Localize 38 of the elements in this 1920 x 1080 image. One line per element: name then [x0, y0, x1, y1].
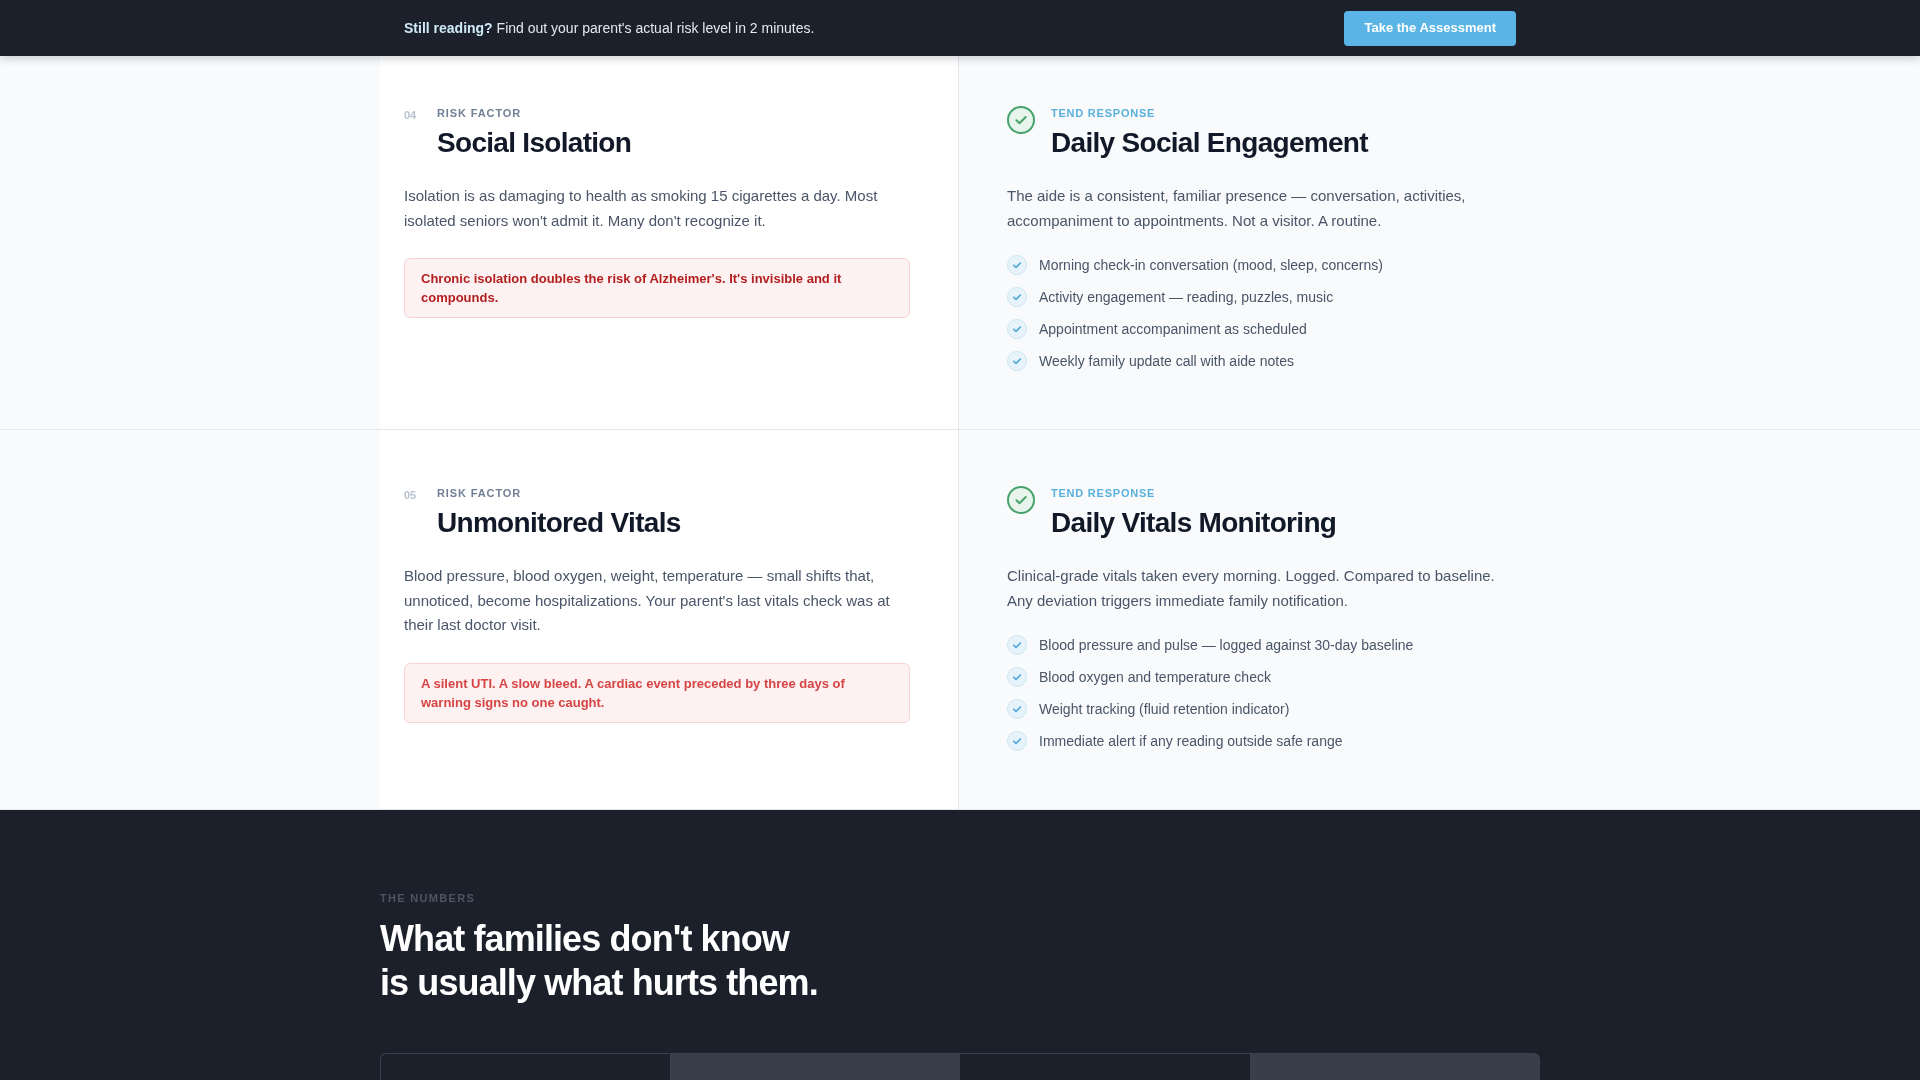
- feature-text: Weekly family update call with aide notes: [1039, 352, 1294, 371]
- check-icon: [1007, 351, 1027, 371]
- assessment-button[interactable]: Take the Assessment: [1344, 10, 1516, 46]
- feature-text: Appointment accompaniment as scheduled: [1039, 320, 1307, 339]
- response-title: Daily Social Engagement: [1051, 126, 1368, 160]
- check-icon: [1007, 699, 1027, 719]
- response-description: The aide is a consistent, familiar presence — conversation, activities, accompaniment to appointments. Not a visitor. A routine.: [1007, 186, 1467, 231]
- feature-text: Activity engagement — reading, puzzles, music: [1039, 288, 1334, 307]
- risk-title: Unmonitored Vitals: [437, 506, 681, 540]
- risk-label: RISK FACTOR: [437, 486, 522, 500]
- check-icon: [1007, 635, 1027, 655]
- warning-callout: Chronic isolation doubles the risk of Alzheimer's. It's invisible and it compounds.: [404, 258, 910, 318]
- item-number: 05: [404, 488, 418, 502]
- check-icon: [1007, 731, 1027, 751]
- check-icon: [1007, 319, 1027, 339]
- risk-title: Social Isolation: [437, 126, 632, 160]
- response-title: Daily Vitals Monitoring: [1051, 506, 1337, 540]
- section-heading: What families don't know is usually what hurts them.: [380, 917, 818, 1005]
- risk-description: Blood pressure, blood oxygen, weight, temperature — small shifts that, unnoticed, become hospitalizations. Your parent's last vitals check was at their last doctor visit.: [404, 566, 891, 635]
- response-label: TEND RESPONSE: [1051, 486, 1156, 500]
- response-description: Clinical-grade vitals taken every morning. Logged. Compared to baseline. Any deviation triggers immediate family notification.: [1007, 566, 1496, 611]
- feature-text: Blood oxygen and temperature check: [1039, 668, 1271, 687]
- item-number: 04: [404, 108, 418, 122]
- banner-message: Still reading? Find out your parent's actual risk level in 2 minutes.: [404, 18, 815, 38]
- check-circle-icon: [1007, 106, 1035, 134]
- check-circle-icon: [1007, 486, 1035, 514]
- feature-text: Weight tracking (fluid retention indicator): [1039, 700, 1290, 719]
- response-label: TEND RESPONSE: [1051, 106, 1156, 120]
- section-eyebrow: THE NUMBERS: [380, 891, 476, 905]
- feature-text: Morning check-in conversation (mood, sleep, concerns): [1039, 256, 1383, 275]
- feature-text: Immediate alert if any reading outside safe range: [1039, 732, 1343, 751]
- check-icon: [1007, 287, 1027, 307]
- check-icon: [1007, 255, 1027, 275]
- risk-description: Isolation is as damaging to health as smoking 15 cigarettes a day. Most isolated seniors won't admit it. Many don't recognize it.: [404, 186, 879, 231]
- feature-text: Blood pressure and pulse — logged against 30-day baseline: [1039, 636, 1414, 655]
- warning-callout: A silent UTI. A slow bleed. A cardiac event preceded by three days of warning signs no one caught.: [404, 662, 910, 723]
- check-icon: [1007, 667, 1027, 687]
- risk-label: RISK FACTOR: [437, 106, 522, 120]
